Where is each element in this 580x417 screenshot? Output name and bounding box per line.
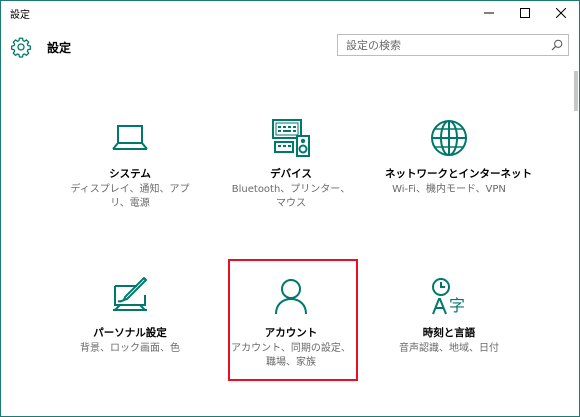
tile-system-desc: ディスプレイ、通知、アプリ、電源 bbox=[70, 184, 190, 209]
tile-time-language-desc: 音声認識、地域、日付 bbox=[399, 343, 499, 354]
tile-devices[interactable]: デバイス Bluetooth、プリンター、マウス bbox=[227, 118, 355, 211]
close-icon bbox=[556, 8, 566, 18]
settings-window: 設定 設定 設定の検索 システム ディスプレイ、通知、アプリ、電源 デバイス B… bbox=[0, 0, 580, 417]
close-button[interactable] bbox=[543, 1, 579, 25]
tile-network-name: ネットワークとインターネット bbox=[385, 168, 532, 180]
settings-header: 設定 bbox=[1, 25, 579, 69]
tile-time-language-name: 時刻と言語 bbox=[422, 327, 476, 339]
laptop-icon bbox=[112, 125, 148, 150]
title-bar: 設定 bbox=[1, 1, 579, 25]
minimize-icon bbox=[484, 12, 494, 14]
tile-time-language[interactable]: 字 時刻と言語 音声認識、地域、日付 bbox=[385, 277, 513, 356]
search-icon[interactable] bbox=[551, 39, 563, 51]
tile-devices-desc: Bluetooth、プリンター、マウス bbox=[231, 184, 351, 209]
tile-personalization-name: パーソナル設定 bbox=[93, 327, 167, 339]
gear-icon bbox=[11, 37, 31, 58]
tile-personalization[interactable]: パーソナル設定 背景、ロック画面、色 bbox=[66, 277, 194, 356]
tile-system-name: システム bbox=[109, 168, 151, 180]
highlight-box bbox=[228, 259, 358, 381]
maximize-button[interactable] bbox=[507, 1, 543, 25]
scrollbar[interactable] bbox=[573, 71, 579, 415]
page-title: 設定 bbox=[47, 41, 72, 55]
personalization-icon bbox=[113, 277, 148, 311]
tile-system[interactable]: システム ディスプレイ、通知、アプリ、電源 bbox=[66, 118, 194, 211]
tile-personalization-desc: 背景、ロック画面、色 bbox=[80, 343, 180, 354]
tile-network[interactable]: ネットワークとインターネット Wi-Fi、機内モード、VPN bbox=[385, 118, 532, 197]
devices-icon bbox=[272, 119, 310, 157]
maximize-icon bbox=[520, 8, 530, 18]
minimize-button[interactable] bbox=[471, 1, 507, 25]
tile-network-desc: Wi-Fi、機内モード、VPN bbox=[392, 184, 506, 195]
window-title: 設定 bbox=[10, 10, 30, 21]
svg-text:字: 字 bbox=[449, 296, 465, 315]
globe-icon bbox=[431, 120, 467, 156]
search-input[interactable] bbox=[338, 35, 551, 55]
scrollbar-thumb[interactable] bbox=[574, 71, 578, 111]
time-language-icon: 字 bbox=[432, 278, 465, 315]
tile-devices-name: デバイス bbox=[270, 168, 312, 180]
search-box[interactable] bbox=[337, 34, 569, 56]
